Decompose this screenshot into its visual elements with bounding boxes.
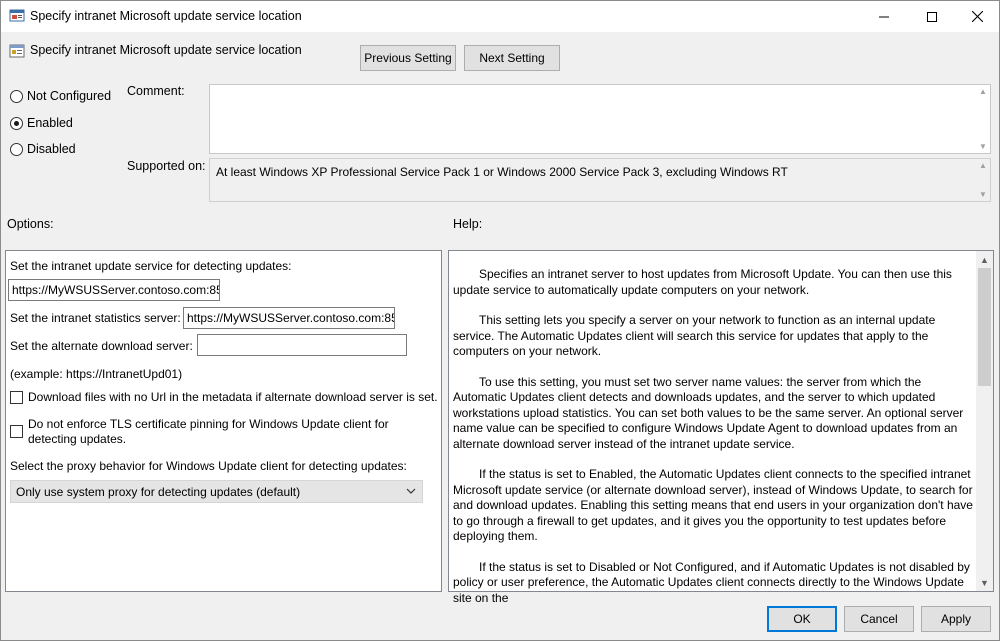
- stats-server-input[interactable]: https://MyWSUSServer.contoso.com:8531: [183, 307, 395, 329]
- apply-button[interactable]: Apply: [921, 606, 991, 632]
- policy-title: Specify intranet Microsoft update servic…: [30, 43, 302, 57]
- download-no-url-checkbox-row[interactable]: Download files with no Url in the metada…: [10, 390, 438, 404]
- help-label: Help:: [453, 217, 483, 231]
- scroll-up-icon[interactable]: ▲: [979, 161, 987, 170]
- comment-label: Comment:: [127, 84, 185, 98]
- tls-pinning-label: Do not enforce TLS certificate pinning f…: [28, 417, 389, 447]
- close-icon: [971, 11, 983, 22]
- radio-button[interactable]: [10, 116, 23, 130]
- window-title: Specify intranet Microsoft update servic…: [30, 9, 302, 23]
- radio-button[interactable]: [10, 142, 23, 156]
- stats-server-label: Set the intranet statistics server:: [10, 311, 181, 325]
- policy-setting-icon: [9, 44, 25, 58]
- help-paragraph: If the status is set to Disabled or Not …: [453, 559, 970, 605]
- radio-button[interactable]: [10, 89, 23, 103]
- tls-pinning-checkbox-row[interactable]: Do not enforce TLS certificate pinning f…: [10, 417, 389, 447]
- alt-download-label: Set the alternate download server:: [10, 339, 193, 353]
- options-panel: Set the intranet update service for dete…: [5, 250, 442, 592]
- tls-pinning-label-line1: Do not enforce TLS certificate pinning f…: [28, 417, 389, 431]
- tls-pinning-checkbox[interactable]: [10, 425, 23, 438]
- proxy-behavior-value: Only use system proxy for detecting upda…: [16, 485, 301, 499]
- example-text: (example: https://IntranetUpd01): [10, 367, 183, 381]
- chevron-down-icon: [406, 488, 416, 494]
- policy-dialog: Specify intranet Microsoft update servic…: [0, 0, 1000, 641]
- maximize-icon: [927, 11, 937, 22]
- help-paragraph: This setting lets you specify a server o…: [453, 313, 936, 358]
- detect-server-label: Set the intranet update service for dete…: [10, 259, 292, 273]
- comment-field[interactable]: ▲ ▼: [209, 84, 991, 154]
- help-scroll-thumb[interactable]: [978, 268, 991, 386]
- ok-button[interactable]: OK: [767, 606, 837, 632]
- radio-disabled[interactable]: Disabled: [10, 142, 76, 156]
- minimize-button[interactable]: [861, 1, 907, 32]
- radio-not-configured[interactable]: Not Configured: [10, 89, 111, 103]
- cancel-button[interactable]: Cancel: [844, 606, 914, 632]
- maximize-button[interactable]: [909, 1, 955, 32]
- options-label: Options:: [7, 217, 54, 231]
- help-paragraph: To use this setting, you must set two se…: [453, 374, 964, 451]
- help-paragraph: Specifies an intranet server to host upd…: [453, 267, 952, 297]
- proxy-behavior-select[interactable]: Only use system proxy for detecting upda…: [10, 480, 423, 503]
- radio-label: Disabled: [27, 142, 76, 156]
- scroll-up-icon[interactable]: ▲: [976, 251, 993, 268]
- close-button[interactable]: [954, 1, 1000, 32]
- title-bar[interactable]: Specify intranet Microsoft update servic…: [1, 1, 999, 32]
- comment-scrollbar[interactable]: ▲ ▼: [976, 85, 990, 153]
- detect-server-input[interactable]: https://MyWSUSServer.contoso.com:8531: [8, 279, 220, 301]
- next-setting-button[interactable]: Next Setting: [464, 45, 560, 71]
- help-panel: Specifies an intranet server to host upd…: [448, 250, 994, 605]
- supported-on-label: Supported on:: [127, 159, 206, 173]
- previous-setting-button[interactable]: Previous Setting: [360, 45, 456, 71]
- download-no-url-label: Download files with no Url in the metada…: [28, 390, 438, 404]
- help-paragraph: If the status is set to Enabled, the Aut…: [453, 467, 973, 543]
- radio-label: Enabled: [27, 116, 73, 130]
- radio-label: Not Configured: [27, 89, 112, 103]
- proxy-behavior-label: Select the proxy behavior for Windows Up…: [10, 459, 407, 473]
- download-no-url-checkbox[interactable]: [10, 391, 23, 404]
- scroll-down-icon[interactable]: ▼: [979, 142, 987, 151]
- minimize-icon: [879, 16, 889, 17]
- help-text: Specifies an intranet server to host upd…: [453, 267, 975, 621]
- tls-pinning-label-line2: detecting updates.: [28, 432, 127, 446]
- policy-app-icon: [9, 9, 25, 22]
- scroll-up-icon[interactable]: ▲: [979, 87, 987, 96]
- supported-on-field: At least Windows XP Professional Service…: [209, 158, 991, 202]
- help-scrollbar[interactable]: ▲ ▼: [976, 251, 993, 591]
- scroll-down-icon[interactable]: ▼: [979, 190, 987, 199]
- radio-enabled[interactable]: Enabled: [10, 116, 73, 130]
- scroll-down-icon[interactable]: ▼: [976, 574, 993, 591]
- alt-download-input[interactable]: [197, 334, 407, 356]
- supported-scrollbar[interactable]: ▲ ▼: [976, 159, 990, 201]
- supported-on-value: At least Windows XP Professional Service…: [216, 165, 788, 179]
